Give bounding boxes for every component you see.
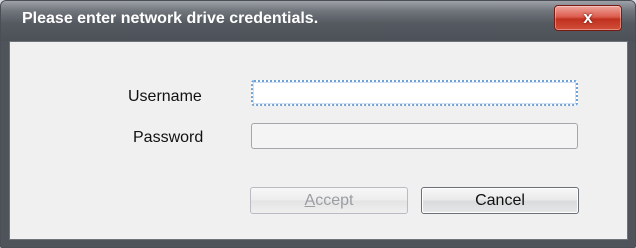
close-button[interactable]: x [554, 5, 622, 31]
username-field[interactable] [251, 80, 578, 106]
accept-label: ccept [315, 191, 354, 209]
cancel-button[interactable]: Cancel [421, 187, 579, 214]
title-bar[interactable]: Please enter network drive credentials. … [1, 1, 635, 41]
password-field[interactable] [251, 123, 578, 149]
username-label: Username [128, 88, 202, 105]
dialog-body: Username Password Accept Cancel [9, 41, 628, 240]
credentials-dialog: Please enter network drive credentials. … [0, 0, 636, 248]
accept-button[interactable]: Accept [250, 187, 408, 214]
close-icon: x [583, 8, 593, 27]
password-label: Password [133, 129, 204, 146]
dialog-title: Please enter network drive credentials. [22, 10, 319, 27]
accept-mnemonic: A [304, 191, 316, 209]
